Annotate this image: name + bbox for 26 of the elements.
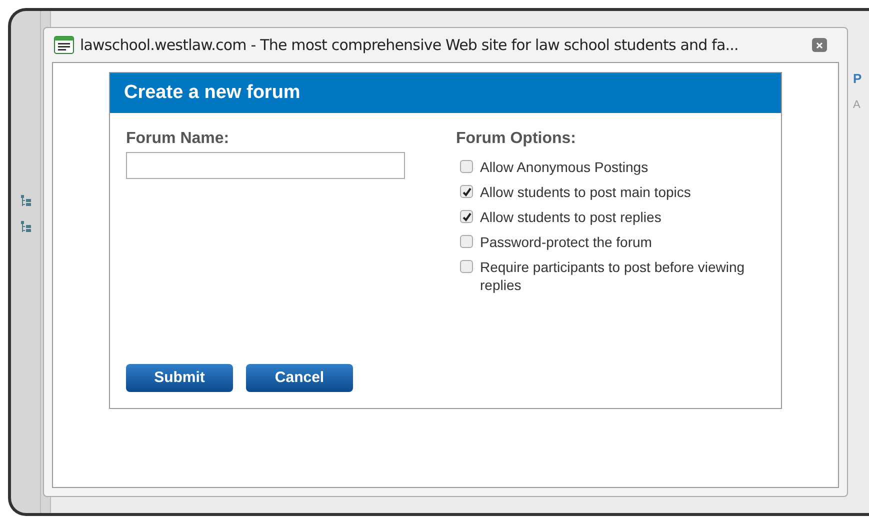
- option-checkbox[interactable]: [460, 185, 473, 198]
- options-heading: Forum Options:: [456, 129, 577, 149]
- tree-icon: [20, 195, 30, 207]
- page-icon: [54, 36, 74, 54]
- option-label: Allow students to post main topics: [480, 183, 691, 201]
- check-icon: [462, 186, 472, 196]
- submit-button[interactable]: Submit: [126, 364, 233, 392]
- close-button[interactable]: [812, 38, 827, 52]
- window-title: lawschool.westlaw.com - The most comprehensive Web site for law school students and fa...: [80, 34, 740, 56]
- forum-name-field[interactable]: [126, 152, 405, 179]
- option-checkbox[interactable]: [460, 260, 473, 273]
- close-icon: [816, 42, 823, 48]
- check-icon: [462, 212, 472, 222]
- column-heading: P: [853, 70, 863, 88]
- option-checkbox[interactable]: [460, 210, 473, 223]
- tree-icon: [20, 221, 30, 233]
- option-label: Allow Anonymous Postings: [480, 158, 648, 176]
- cell-text: A: [853, 98, 862, 112]
- option-label: Password-protect the forum: [480, 233, 652, 251]
- cancel-button[interactable]: Cancel: [246, 364, 353, 392]
- option-label: Allow students to post replies: [480, 208, 662, 226]
- option-label: Require participants to post before viewing replies: [480, 258, 746, 294]
- form-heading: Create a new forum: [124, 80, 300, 105]
- field-label: Forum Name:: [126, 129, 230, 149]
- option-checkbox[interactable]: [460, 160, 473, 173]
- option-checkbox[interactable]: [460, 235, 473, 248]
